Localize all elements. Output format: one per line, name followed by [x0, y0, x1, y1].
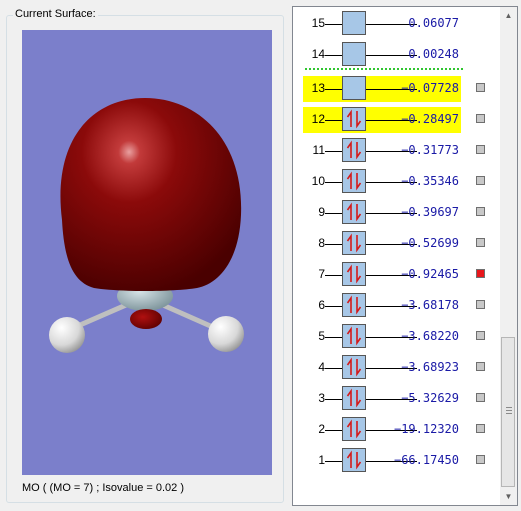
orbital-number: 11 [312, 143, 325, 157]
orbital-lobe-small [130, 309, 162, 329]
orbital-row-1[interactable]: 1 −66.17450 [293, 446, 501, 476]
orbital-list-panel[interactable]: 15 0.06077 14 0.00248 13 −0.07728 12 −0.28497 11… [292, 6, 518, 506]
surface-toggle-checkbox[interactable] [476, 331, 485, 340]
orbital-row-2[interactable]: 2 −19.12320 [293, 415, 501, 445]
orbital-energy: −0.28497 [401, 112, 459, 126]
surface-caption: MO ( (MO = 7) ; Isovalue = 0.02 ) [22, 482, 184, 494]
thumb-grip [506, 413, 512, 414]
orbital-number: 15 [311, 16, 325, 30]
molecule-viewer[interactable] [22, 30, 272, 475]
homo-lumo-separator [305, 68, 463, 70]
orbital-energy: −3.68923 [401, 360, 459, 374]
scroll-thumb[interactable] [501, 337, 515, 487]
thumb-grip [506, 410, 512, 411]
surface-toggle-checkbox[interactable] [476, 424, 485, 433]
electron-pair-icon [346, 357, 362, 377]
electron-pair-icon [346, 264, 362, 284]
orbital-number: 13 [311, 81, 325, 95]
orbital-number: 7 [318, 267, 325, 281]
surface-toggle-checkbox[interactable] [476, 207, 485, 216]
electron-pair-icon [346, 450, 362, 470]
orbital-lobe-large [60, 98, 242, 291]
orbital-energy: 0.00248 [408, 47, 459, 61]
orbital-box [342, 76, 366, 100]
electron-pair-icon [346, 326, 362, 346]
orbital-energy: −0.92465 [401, 267, 459, 281]
orbital-energy: −5.32629 [401, 391, 459, 405]
surface-toggle-checkbox[interactable] [476, 114, 485, 123]
electron-pair-icon [346, 202, 362, 222]
orbital-number: 3 [318, 391, 325, 405]
orbital-energy: −3.68220 [401, 329, 459, 343]
thumb-grip [506, 407, 512, 408]
orbital-energy: −0.07728 [401, 81, 459, 95]
orbital-row-12[interactable]: 12 −0.28497 [293, 105, 501, 135]
orbital-energy: −19.12320 [393, 422, 459, 436]
orbital-row-14[interactable]: 14 0.00248 [293, 40, 501, 70]
electron-pair-icon [346, 295, 362, 315]
electron-pair-icon [346, 171, 362, 191]
electron-pair-icon [346, 419, 362, 439]
orbital-row-3[interactable]: 3 −5.32629 [293, 384, 501, 414]
orbital-number: 8 [318, 236, 325, 250]
orbital-box [342, 42, 366, 66]
orbital-row-5[interactable]: 5 −3.68220 [293, 322, 501, 352]
orbital-row-10[interactable]: 10 −0.35346 [293, 167, 501, 197]
orbital-number: 14 [311, 47, 325, 61]
surface-toggle-checkbox[interactable] [476, 455, 485, 464]
scroll-up-arrow-icon[interactable]: ▲ [500, 7, 517, 24]
surface-toggle-checkbox[interactable] [476, 145, 485, 154]
orbital-energy: −3.68178 [401, 298, 459, 312]
surface-toggle-checkbox[interactable] [476, 238, 485, 247]
electron-pair-icon [346, 233, 362, 253]
surface-toggle-checkbox[interactable] [476, 83, 485, 92]
orbital-row-7[interactable]: 7 −0.92465 [293, 260, 501, 290]
orbital-row-6[interactable]: 6 −3.68178 [293, 291, 501, 321]
surface-toggle-checkbox[interactable] [476, 362, 485, 371]
orbital-number: 12 [311, 112, 325, 126]
orbital-energy: −0.31773 [401, 143, 459, 157]
orbital-number: 6 [318, 298, 325, 312]
orbital-row-4[interactable]: 4 −3.68923 [293, 353, 501, 383]
orbital-row-11[interactable]: 11 −0.31773 [293, 136, 501, 166]
scroll-down-arrow-icon[interactable]: ▼ [500, 488, 517, 505]
electron-pair-icon [346, 109, 362, 129]
orbital-row-8[interactable]: 8 −0.52699 [293, 229, 501, 259]
orbital-row-9[interactable]: 9 −0.39697 [293, 198, 501, 228]
orbital-energy: −0.39697 [401, 205, 459, 219]
orbital-row-13[interactable]: 13 −0.07728 [293, 74, 501, 104]
orbital-number: 9 [318, 205, 325, 219]
hydrogen-atom-right [208, 316, 244, 352]
surface-toggle-checkbox[interactable] [476, 176, 485, 185]
orbital-number: 10 [311, 174, 325, 188]
hydrogen-atom-left [49, 317, 85, 353]
vertical-scrollbar[interactable]: ▲ ▼ [500, 7, 517, 505]
orbital-box [342, 11, 366, 35]
current-surface-title: Current Surface: [13, 8, 98, 20]
orbital-number: 5 [318, 329, 325, 343]
surface-toggle-checkbox[interactable] [476, 393, 485, 402]
orbital-energy: −66.17450 [393, 453, 459, 467]
orbital-energy: −0.52699 [401, 236, 459, 250]
surface-toggle-checkbox[interactable] [476, 300, 485, 309]
electron-pair-icon [346, 388, 362, 408]
orbital-energy: 0.06077 [408, 16, 459, 30]
orbital-number: 2 [318, 422, 325, 436]
orbital-number: 1 [318, 453, 325, 467]
orbital-energy: −0.35346 [401, 174, 459, 188]
surface-toggle-checkbox[interactable] [476, 269, 485, 278]
electron-pair-icon [346, 140, 362, 160]
orbital-number: 4 [318, 360, 325, 374]
molecule-render [49, 98, 244, 353]
orbital-row-15[interactable]: 15 0.06077 [293, 9, 501, 39]
